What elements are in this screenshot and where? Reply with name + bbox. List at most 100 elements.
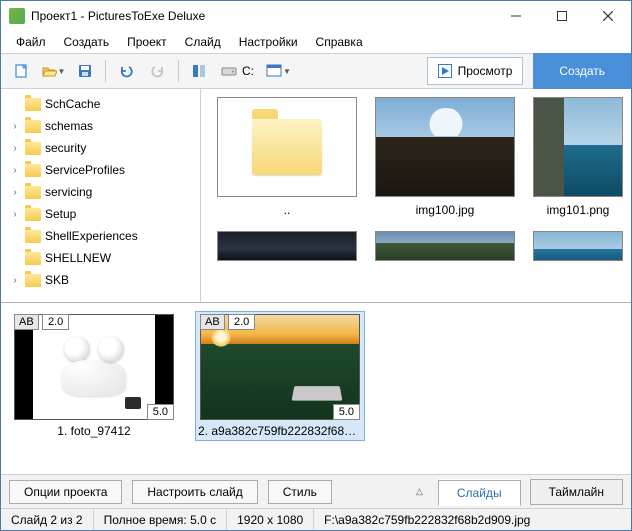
- drive-select[interactable]: C:: [217, 57, 258, 85]
- create-button[interactable]: Создать: [533, 53, 631, 89]
- maximize-button[interactable]: [539, 1, 585, 31]
- open-button[interactable]: ▼: [39, 57, 67, 85]
- tree-item[interactable]: › servicing: [1, 181, 200, 203]
- folder-icon: [25, 164, 41, 177]
- tab-timeline[interactable]: Таймлайн: [530, 479, 623, 505]
- folder-icon: [25, 208, 41, 221]
- status-slide-count: Слайд 2 из 2: [1, 509, 94, 530]
- menu-slide[interactable]: Слайд: [176, 32, 230, 52]
- file-thumbnails[interactable]: .. img100.jpg img101.png: [201, 89, 631, 302]
- tree-item[interactable]: › schemas: [1, 115, 200, 137]
- window-title: Проект1 - PicturesToExe Deluxe: [31, 9, 205, 23]
- thumb-image[interactable]: [217, 231, 357, 261]
- tree-label: security: [45, 141, 86, 155]
- menu-file[interactable]: Файл: [7, 32, 55, 52]
- tree-label: schemas: [45, 119, 93, 133]
- folder-icon: [25, 98, 41, 111]
- slide-caption: 2. a9a382c759fb222832f68b2…: [198, 424, 362, 438]
- new-button[interactable]: [7, 57, 35, 85]
- transition-badge[interactable]: AB: [200, 314, 225, 330]
- menu-settings[interactable]: Настройки: [230, 32, 307, 52]
- style-button[interactable]: Стиль: [268, 480, 332, 504]
- toggle-tree-button[interactable]: [185, 57, 213, 85]
- thumbnail-image: [217, 231, 357, 261]
- slide-panel: AB 2.0 5.0 1. foto_97412 AB 2.0 5.0 2. a…: [1, 302, 631, 474]
- undo-button[interactable]: [112, 57, 140, 85]
- expand-icon[interactable]: ›: [9, 121, 21, 132]
- slide-frame: AB 2.0 5.0: [200, 314, 360, 420]
- tab-label: Таймлайн: [549, 485, 604, 499]
- menu-create[interactable]: Создать: [55, 32, 119, 52]
- expand-icon[interactable]: ›: [9, 275, 21, 286]
- thumb-label: img101.png: [547, 203, 610, 217]
- menu-project[interactable]: Проект: [118, 32, 176, 52]
- separator: [178, 60, 179, 82]
- slide-item-selected[interactable]: AB 2.0 5.0 2. a9a382c759fb222832f68b2…: [195, 311, 365, 441]
- save-button[interactable]: [71, 57, 99, 85]
- slide-list[interactable]: AB 2.0 5.0 1. foto_97412 AB 2.0 5.0 2. a…: [1, 303, 631, 474]
- drive-icon: [221, 65, 237, 77]
- tree-label: SchCache: [45, 97, 100, 111]
- redo-button[interactable]: [144, 57, 172, 85]
- folder-icon: [25, 186, 41, 199]
- thumb-image[interactable]: img100.jpg: [375, 97, 515, 217]
- separator: [105, 60, 106, 82]
- thumb-image[interactable]: [375, 231, 515, 261]
- folder-tree[interactable]: SchCache › schemas › security ›ServiceProf…: [1, 89, 201, 302]
- tree-label: Setup: [45, 207, 76, 221]
- configure-slide-button[interactable]: Настроить слайд: [132, 480, 257, 504]
- title-bar: Проект1 - PicturesToExe Deluxe: [1, 1, 631, 31]
- slide-duration[interactable]: 5.0: [147, 404, 174, 420]
- thumbnail-image: [375, 231, 515, 261]
- thumb-label: img100.jpg: [416, 203, 475, 217]
- tree-label: SKB: [45, 273, 69, 287]
- transition-badge[interactable]: AB: [14, 314, 39, 330]
- tree-item[interactable]: › SKB: [1, 269, 200, 291]
- tree-item[interactable]: SchCache: [1, 93, 200, 115]
- transition-duration[interactable]: 2.0: [228, 314, 255, 330]
- tree-item[interactable]: SHELLNEW: [1, 247, 200, 269]
- folder-icon: [25, 252, 41, 265]
- expand-icon[interactable]: ›: [9, 165, 21, 176]
- btn-label: Опции проекта: [24, 485, 107, 499]
- collapse-icon[interactable]: △: [410, 486, 429, 497]
- menu-bar: Файл Создать Проект Слайд Настройки Спра…: [1, 31, 631, 53]
- status-total-time: Полное время: 5.0 с: [94, 509, 228, 530]
- tree-item[interactable]: ›ServiceProfiles: [1, 159, 200, 181]
- expand-icon[interactable]: ›: [9, 187, 21, 198]
- folder-up-icon: [217, 97, 357, 197]
- menu-help[interactable]: Справка: [307, 32, 372, 52]
- tree-item[interactable]: ShellExperiences: [1, 225, 200, 247]
- tree-item[interactable]: › security: [1, 137, 200, 159]
- thumb-up-folder[interactable]: ..: [217, 97, 357, 217]
- preview-label: Просмотр: [458, 64, 513, 78]
- tree-item[interactable]: › Setup: [1, 203, 200, 225]
- btn-label: Стиль: [283, 485, 317, 499]
- folder-icon: [25, 142, 41, 155]
- transition-duration[interactable]: 2.0: [42, 314, 69, 330]
- status-filepath: F:\a9a382c759fb222832f68b2d909.jpg: [314, 509, 631, 530]
- close-button[interactable]: [585, 1, 631, 31]
- bottom-controls: Опции проекта Настроить слайд Стиль △ Сл…: [1, 474, 631, 508]
- tab-slides[interactable]: Слайды: [438, 480, 521, 506]
- minimize-button[interactable]: [493, 1, 539, 31]
- folder-icon: [25, 274, 41, 287]
- btn-label: Настроить слайд: [147, 485, 242, 499]
- main-area: SchCache › schemas › security ›ServiceProf…: [1, 89, 631, 302]
- thumb-image[interactable]: img101.png: [533, 97, 623, 217]
- tree-label: servicing: [45, 185, 92, 199]
- project-options-button[interactable]: Опции проекта: [9, 480, 122, 504]
- thumb-image[interactable]: [533, 231, 623, 261]
- expand-icon[interactable]: ›: [9, 143, 21, 154]
- slide-item[interactable]: AB 2.0 5.0 1. foto_97412: [11, 311, 177, 441]
- preview-button[interactable]: Просмотр: [427, 57, 524, 85]
- play-icon: [438, 64, 452, 78]
- folder-icon: [25, 120, 41, 133]
- tab-label: Слайды: [457, 486, 502, 500]
- view-mode-button[interactable]: ▼: [262, 57, 295, 85]
- drive-label: C:: [242, 64, 254, 78]
- tree-label: SHELLNEW: [45, 251, 111, 265]
- expand-icon[interactable]: ›: [9, 209, 21, 220]
- slide-duration[interactable]: 5.0: [333, 404, 360, 420]
- toolbar: ▼ C: ▼ Просмотр Создать: [1, 53, 631, 89]
